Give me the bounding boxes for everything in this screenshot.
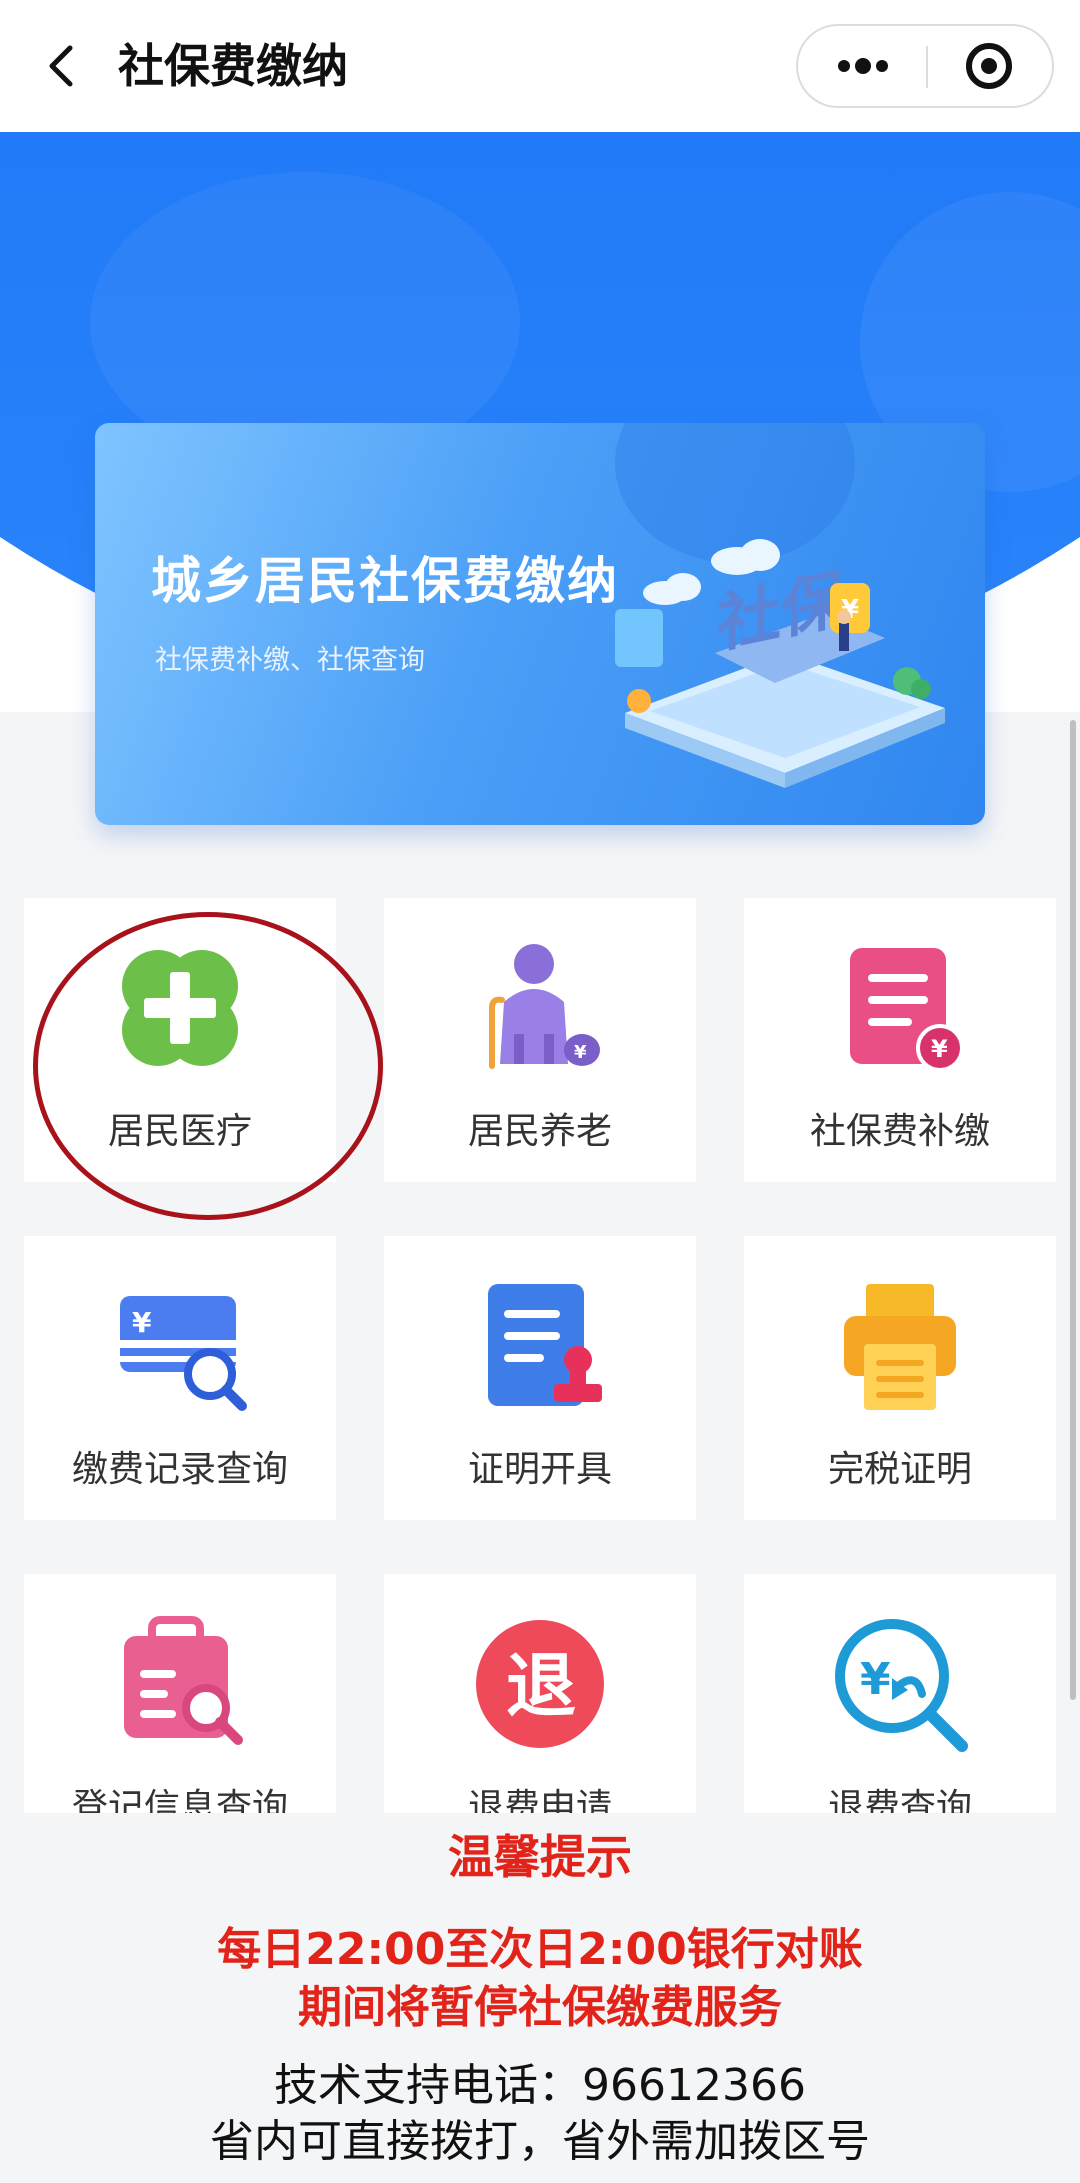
banner-title: 城乡居民社保费缴纳 [151, 552, 619, 610]
service-card-resident-medical[interactable]: 居民医疗 [24, 898, 336, 1182]
social-security-illustration: 社保 ¥ [615, 539, 945, 788]
service-card-certificate-issuance[interactable]: 证明开具 [384, 1236, 696, 1520]
service-label: 居民医疗 [107, 1111, 252, 1152]
service-label: 完税证明 [827, 1449, 972, 1490]
service-label: 缴费记录查询 [71, 1449, 288, 1490]
target-close-icon [966, 43, 1012, 89]
close-mini-program-button[interactable] [934, 26, 1044, 106]
service-label: 退费查询 [827, 1787, 972, 1813]
service-card-refund-application[interactable]: 退 退费申请 [384, 1574, 696, 1813]
notice-title: 温馨提示 [448, 1830, 632, 1884]
service-label: 居民养老 [467, 1111, 612, 1152]
service-label: 退费申请 [467, 1787, 612, 1813]
service-card-resident-pension[interactable]: ¥ 居民养老 [384, 898, 696, 1182]
support-phone[interactable]: 技术支持电话：96612366 [0, 2049, 1080, 2113]
notice-panel: 温馨提示 每日22:00至次日2:00银行对账 期间将暂停社保缴费服务 技术支持… [0, 1813, 1080, 2183]
elderly-pension-icon: ¥ [470, 938, 610, 1078]
clipboard-search-icon [110, 1614, 250, 1754]
mini-program-capsule [796, 24, 1054, 108]
notice-line: 每日22:00至次日2:00银行对账 [217, 1924, 863, 1975]
dial-note: 省内可直接拨打，省外需加拨区号 [210, 2116, 870, 2167]
service-card-registration-query[interactable]: 登记信息查询 [24, 1574, 336, 1813]
page-scrollbar[interactable] [1070, 720, 1076, 1700]
service-card-tax-certificate[interactable]: 完税证明 [744, 1236, 1056, 1520]
service-card-payment-record-query[interactable]: ¥ 缴费记录查询 [24, 1236, 336, 1520]
page-title: 社保费缴纳 [118, 39, 348, 93]
service-grid: 居民医疗 ¥ 居民养老 ¥ 社保费补缴 ¥ 缴费记录查询 证明开具 完税证明 登… [0, 898, 1080, 1813]
banner-subtitle: 社保费补缴、社保查询 [155, 645, 425, 676]
service-label: 证明开具 [467, 1449, 612, 1490]
navigation-bar: 社保费缴纳 [0, 0, 1080, 132]
capsule-divider [926, 46, 928, 88]
card-search-icon: ¥ [110, 1276, 250, 1416]
chevron-left-icon [49, 45, 73, 87]
document-stamp-icon [470, 1276, 610, 1416]
service-label: 登记信息查询 [71, 1787, 288, 1813]
service-label: 社保费补缴 [809, 1111, 990, 1152]
document-yuan-icon: ¥ [830, 938, 970, 1078]
service-card-refund-query[interactable]: ¥ 退费查询 [744, 1574, 1056, 1813]
badge-text: ¥ [132, 1306, 152, 1339]
notice-line: 期间将暂停社保缴费服务 [298, 1982, 782, 2033]
service-card-supplementary-payment[interactable]: ¥ 社保费补缴 [744, 898, 1056, 1182]
more-dots-icon [838, 58, 888, 74]
green-cross-icon [110, 938, 250, 1078]
badge-text: ¥ [931, 1035, 948, 1063]
more-button[interactable] [808, 26, 918, 106]
svg-text:¥: ¥ [574, 1042, 587, 1063]
printer-icon [830, 1276, 970, 1416]
badge-text: 退 [506, 1645, 576, 1727]
refund-badge-icon: 退 [470, 1614, 610, 1754]
back-button[interactable] [36, 36, 92, 96]
refund-search-icon: ¥ [830, 1614, 970, 1754]
badge-text: ¥ [860, 1654, 891, 1705]
promo-banner[interactable]: 城乡居民社保费缴纳 社保费补缴、社保查询 社保 ¥ [95, 423, 985, 825]
